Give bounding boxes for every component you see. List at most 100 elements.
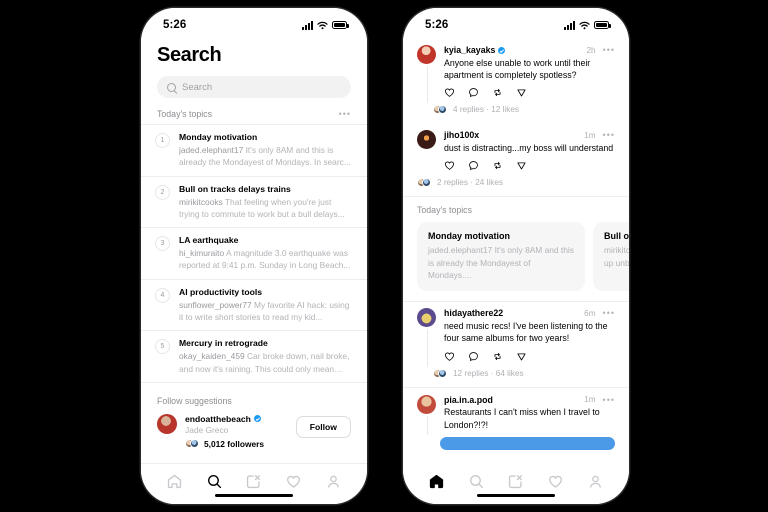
thread-connector [426,66,428,104]
battery-icon [594,21,611,29]
like-icon[interactable] [444,351,455,362]
repost-icon[interactable] [492,160,503,171]
topic-snippet: mirikitcooks That feeling when you're ju… [179,196,351,220]
replier-facepile [417,178,431,188]
tab-activity[interactable] [545,470,567,492]
status-icons [302,20,349,30]
suggestion-fullname: Jade Greco [185,424,229,435]
topic-row[interactable]: 1 Monday motivation jaded.elephant17 It'… [141,124,367,176]
avatar[interactable] [417,45,436,64]
topic-card[interactable]: Bull on mirikitc up unb [593,222,629,291]
search-input[interactable]: Search [157,76,351,98]
follow-suggestions-section: Follow suggestions endoatthebeach Jade G… [141,381,367,457]
status-bar: 5:26 [141,8,367,38]
post-username[interactable]: pia.in.a.pod [444,395,493,405]
topic-row[interactable]: 3 LA earthquake hi_kimuraito A magnitude… [141,227,367,279]
topic-cards[interactable]: Monday motivation jaded.elephant17 It's … [403,222,629,291]
topic-row[interactable]: 4 AI productivity tools sunflower_power7… [141,278,367,331]
post-actions [444,160,615,172]
topic-author: jaded.elephant17 [179,145,244,156]
tab-bar [403,464,629,504]
verified-badge-icon [253,415,261,423]
compose-icon [509,474,523,488]
share-icon[interactable] [516,160,527,171]
post-stats[interactable]: 4 replies · 12 likes [453,105,519,114]
cellular-signal-icon [302,20,313,30]
wifi-icon [579,21,590,29]
post-timestamp: 6m [584,308,596,318]
follower-facepile [185,439,199,449]
topic-card-author: mirikitc [604,245,629,256]
follow-suggestions-header: Follow suggestions [141,385,367,411]
home-indicator [477,493,555,497]
post-username[interactable]: jiho100x [444,130,479,140]
tab-profile[interactable] [322,470,344,492]
like-icon[interactable] [444,87,455,98]
repost-icon[interactable] [492,351,503,362]
compose-icon [247,474,261,488]
post-text: Restaurants I can't miss when I travel t… [444,407,600,430]
post-stats[interactable]: 12 replies · 64 likes [453,369,524,378]
post-text: dust is distracting...my boss will under… [444,142,614,153]
topic-title: LA earthquake [179,235,239,246]
topic-title: Bull on tracks delays trains [179,183,291,194]
repost-icon[interactable] [492,87,503,98]
feed-post[interactable]: pia.in.a.pod 1m ••• Restaurants I can't … [403,388,629,436]
tab-home[interactable] [164,470,186,492]
topic-card[interactable]: Monday motivation jaded.elephant17 It's … [417,222,585,291]
comment-icon[interactable] [468,160,479,171]
topic-snippet: okay_kaiden_459 Car broke down, nail bro… [179,350,351,374]
tab-profile[interactable] [584,470,606,492]
topic-title: Monday motivation [179,132,258,142]
verified-badge-icon [498,46,506,54]
avatar[interactable] [417,394,436,414]
topic-card-title: Bull on [604,231,629,242]
post-more-icon[interactable]: ••• [603,395,615,404]
wifi-icon [317,21,328,29]
follow-suggestion-row[interactable]: endoatthebeach Jade Greco 5,012 follower… [141,411,367,457]
search-body: Search Search Today's topics ••• 1 Monda… [141,38,367,463]
feed-post[interactable]: jiho100x 1m ••• dust is distracting...my… [403,123,629,174]
topic-rank: 1 [155,133,170,148]
avatar[interactable] [417,130,436,150]
feed-post[interactable]: kyia_kayaks 2h ••• Anyone else unable to… [403,38,629,104]
topic-row[interactable]: 2 Bull on tracks delays trains mirikitco… [141,175,367,228]
todays-topics-header: Today's topics ••• [141,98,367,124]
post-more-icon[interactable]: ••• [603,131,615,140]
share-icon[interactable] [516,351,527,362]
tab-search[interactable] [465,470,487,492]
tab-compose[interactable] [243,470,265,492]
person-icon [589,475,601,488]
like-icon[interactable] [444,160,455,171]
feed-post[interactable]: hidayathere22 6m ••• need music recs! I'… [403,301,629,367]
post-more-icon[interactable]: ••• [603,309,615,318]
comment-icon[interactable] [468,351,479,362]
topics-list: 1 Monday motivation jaded.elephant17 It'… [141,124,367,382]
link-preview-bar[interactable] [440,437,615,451]
search-placeholder: Search [182,81,213,93]
topic-author: mirikitcooks [179,196,223,207]
post-username[interactable]: hidayathere22 [444,308,503,318]
share-icon[interactable] [516,87,527,98]
comment-icon[interactable] [468,87,479,98]
avatar[interactable] [157,413,177,434]
post-more-icon[interactable]: ••• [603,46,615,55]
post-actions [444,351,615,363]
follow-button[interactable]: Follow [295,415,351,438]
screenshot-stage: 5:26 Search Search Today's topics ••• 1 … [0,0,768,512]
heart-icon [287,475,301,488]
avatar[interactable] [417,308,436,328]
tab-activity[interactable] [283,470,305,492]
topics-strip: Today's topics Monday motivation jaded.e… [403,197,629,300]
topic-row[interactable]: 5 Mercury in retrograde okay_kaiden_459 … [141,330,367,382]
feed-body: kyia_kayaks 2h ••• Anyone else unable to… [403,38,629,464]
post-username[interactable]: kyia_kayaks [444,45,495,55]
topics-strip-label: Today's topics [417,205,472,216]
more-options-icon[interactable]: ••• [339,110,351,119]
tab-search[interactable] [203,470,225,492]
post-stats[interactable]: 2 replies · 24 likes [437,178,503,187]
tab-compose[interactable] [505,470,527,492]
tab-home[interactable] [426,470,448,492]
todays-topics-label: Today's topics [157,109,212,119]
thread-connector [426,329,428,367]
